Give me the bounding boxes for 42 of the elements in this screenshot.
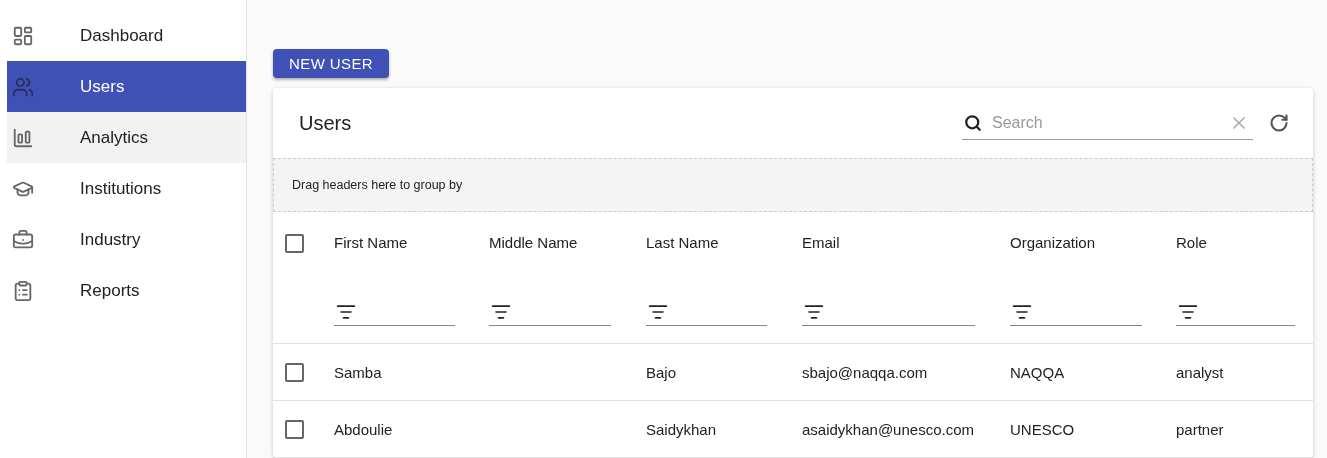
refresh-icon[interactable] — [1269, 113, 1289, 133]
column-header[interactable]: Last Name — [646, 234, 802, 251]
users-icon — [12, 75, 34, 98]
column-header[interactable]: First Name — [334, 234, 489, 251]
sidebar-item[interactable]: Users — [7, 61, 246, 112]
column-header[interactable]: Role — [1176, 234, 1313, 251]
sidebar-item[interactable]: Industry — [7, 214, 246, 265]
table-cell-text: asaidykhan@unesco.com — [802, 420, 975, 438]
table-cell-text: Saidykhan — [646, 420, 718, 438]
reports-icon — [12, 279, 34, 302]
group-by-hint: Drag headers here to group by — [292, 178, 463, 192]
checkbox[interactable] — [285, 362, 304, 382]
table-cell-text: analyst — [1176, 363, 1225, 381]
column-header[interactable]: Organization — [1010, 234, 1176, 251]
industry-icon — [12, 228, 34, 251]
column-header[interactable]: Middle Name — [489, 234, 646, 251]
new-user-button[interactable]: NEW USER — [273, 49, 390, 78]
filter-icon — [491, 302, 511, 322]
table-cell-text: partner — [1176, 420, 1225, 438]
filter-icon — [1178, 302, 1198, 322]
checkbox[interactable] — [285, 234, 304, 253]
search-icon — [964, 113, 982, 132]
filter-icon — [1012, 302, 1032, 322]
analytics-icon — [12, 126, 34, 149]
sidebar-item[interactable]: Institutions — [7, 163, 246, 214]
filter-icon — [648, 302, 668, 322]
table-cell-text: UNESCO — [1010, 420, 1076, 438]
search-field[interactable]: Search — [990, 112, 1221, 133]
filter-icon — [336, 302, 356, 322]
column-header[interactable]: Email — [802, 234, 1010, 251]
filter-icon — [804, 302, 824, 322]
checkbox[interactable] — [285, 419, 304, 439]
dashboard-icon — [12, 24, 34, 47]
sidebar-item[interactable]: Reports — [7, 265, 246, 316]
table-cell-text: Bajo — [646, 363, 678, 381]
sidebar-item[interactable]: Dashboard — [7, 10, 246, 61]
table-cell-text: Abdoulie — [334, 420, 394, 438]
table-cell-text: Samba — [334, 363, 383, 381]
sidebar-item[interactable]: Analytics — [7, 112, 246, 163]
table-cell-text: NAQQA — [1010, 363, 1066, 381]
table-title: Users — [299, 111, 353, 135]
table-cell-text: sbajo@naqqa.com — [802, 363, 929, 381]
